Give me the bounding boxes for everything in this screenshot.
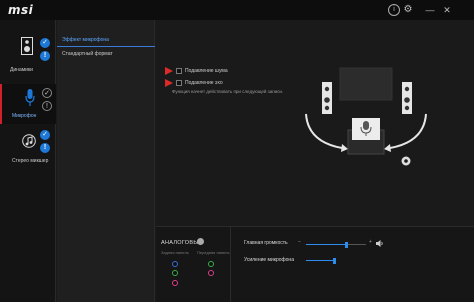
analog-section: АНАЛОГОВЫЙ Задняя панель Передняя панель <box>156 227 231 302</box>
microphone-icon <box>25 89 35 106</box>
tab-mic-effect[interactable]: Эффект микрофона <box>57 33 155 47</box>
front-panel-label: Передняя панель <box>197 250 230 255</box>
app-window: msi i ⚙ — ✕ ✓ ! Динамики ✓ ! Микрофон ✓ … <box>0 0 474 302</box>
rear-panel-label: Задняя панель <box>161 250 189 255</box>
right-arrow-icon <box>389 113 427 149</box>
default-check-icon: ✓ <box>40 130 50 140</box>
device-label: Динамики <box>10 67 33 73</box>
noise-suppression-label: Подавление шума <box>185 68 228 74</box>
info-icon[interactable]: i <box>388 4 400 16</box>
device-speakers[interactable]: ✓ ! Динамики <box>0 34 56 80</box>
default-check-icon: ✓ <box>40 38 50 48</box>
left-arrow-icon <box>305 113 343 149</box>
master-volume-slider[interactable] <box>306 241 366 248</box>
master-volume-knob[interactable] <box>345 241 349 248</box>
volume-minus: − <box>298 239 301 245</box>
volume-plus: + <box>369 239 372 245</box>
tab-default-format[interactable]: Стандартный формат <box>57 47 155 61</box>
red-arrow-icon <box>165 67 173 75</box>
default-check-icon: ✓ <box>42 88 52 98</box>
device-microphone[interactable]: ✓ ! Микрофон <box>0 84 56 124</box>
mic-effect-panel: Подавление шума Подавление эхо Функция н… <box>156 20 474 225</box>
echo-cancellation-checkbox[interactable] <box>176 80 182 86</box>
volume-section: Главная громкость − + Усиление микрофона <box>231 227 474 302</box>
bottom-panel: АНАЛОГОВЫЙ Задняя панель Передняя панель… <box>156 226 474 302</box>
mic-boost-fill <box>306 260 334 261</box>
noise-suppression-row: Подавление шума <box>165 67 228 75</box>
master-volume-label: Главная громкость <box>244 240 288 246</box>
display-shape <box>339 67 393 101</box>
settings-dial-icon[interactable] <box>401 156 411 166</box>
info-badge-icon[interactable]: ! <box>40 51 50 61</box>
gear-icon[interactable]: ⚙ <box>402 4 414 16</box>
mic-boost-knob[interactable] <box>332 257 336 264</box>
master-volume-fill <box>306 244 347 245</box>
echo-cancellation-label: Подавление эхо <box>185 80 223 86</box>
mic-boost-slider[interactable] <box>306 257 336 264</box>
device-sidebar: ✓ ! Динамики ✓ ! Микрофон ✓ ! Стерео мик… <box>0 20 56 302</box>
device-label: Микрофон <box>12 113 37 119</box>
msi-logo: msi <box>8 3 34 17</box>
device-stereo-mixer[interactable]: ✓ ! Стерео микшер <box>0 128 56 176</box>
speaker-volume-icon[interactable] <box>376 240 384 247</box>
front-green-jack[interactable] <box>208 261 214 267</box>
mic-boost-label: Усиление микрофона <box>244 257 294 263</box>
room-illustration <box>305 67 427 155</box>
close-button[interactable]: ✕ <box>441 4 453 16</box>
rear-green-jack[interactable] <box>172 270 178 276</box>
rear-blue-jack[interactable] <box>172 261 178 267</box>
info-badge-icon[interactable]: ! <box>42 101 52 111</box>
device-label: Стерео микшер <box>12 158 49 164</box>
red-arrow-icon <box>165 79 173 87</box>
speaker-icon <box>21 37 33 55</box>
echo-cancellation-row: Подавление эхо <box>165 79 223 87</box>
title-bar: msi i ⚙ — ✕ <box>0 0 474 20</box>
info-badge-icon[interactable]: ! <box>40 143 50 153</box>
mic-submenu: Эффект микрофона Стандартный формат <box>57 20 155 302</box>
minimize-button[interactable]: — <box>424 4 436 16</box>
noise-suppression-checkbox[interactable] <box>176 68 182 74</box>
rear-pink-jack[interactable] <box>172 280 178 286</box>
front-pink-jack[interactable] <box>208 270 214 276</box>
effect-note: Функция начнет действовать при следующей… <box>172 89 284 94</box>
music-icon <box>22 134 36 148</box>
gear-icon[interactable] <box>197 238 204 245</box>
